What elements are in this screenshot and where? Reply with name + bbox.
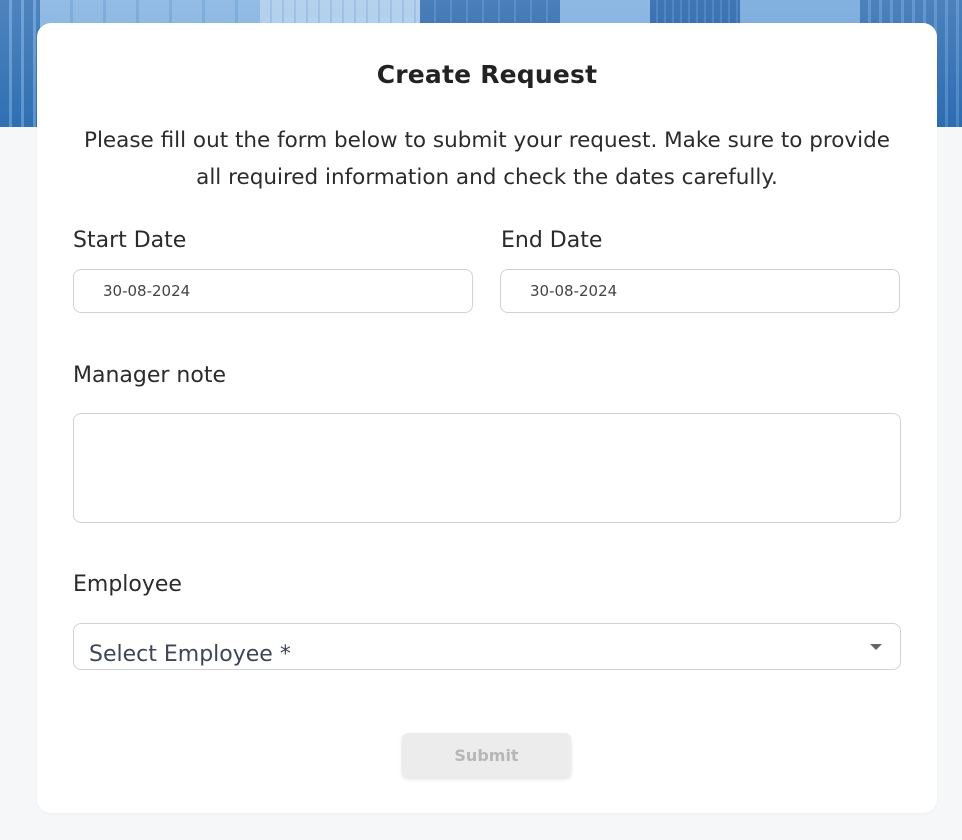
employee-label: Employee [73,572,182,597]
chevron-down-icon [870,644,882,650]
start-date-label: Start Date [73,228,187,253]
end-date-input[interactable] [500,269,900,313]
submit-button[interactable]: Submit [402,733,571,777]
end-date-label: End Date [501,228,603,253]
employee-select-placeholder: Select Employee * [89,642,291,667]
start-date-input[interactable] [73,269,473,313]
form-description: Please fill out the form below to submit… [83,128,890,190]
manager-note-textarea[interactable] [73,413,901,523]
employee-select[interactable]: Select Employee * [73,623,901,670]
page: Create Request Please fill out the form … [0,0,962,840]
page-title: Create Request [376,60,598,89]
create-request-card: Create Request Please fill out the form … [37,23,937,813]
manager-note-label: Manager note [73,363,226,388]
